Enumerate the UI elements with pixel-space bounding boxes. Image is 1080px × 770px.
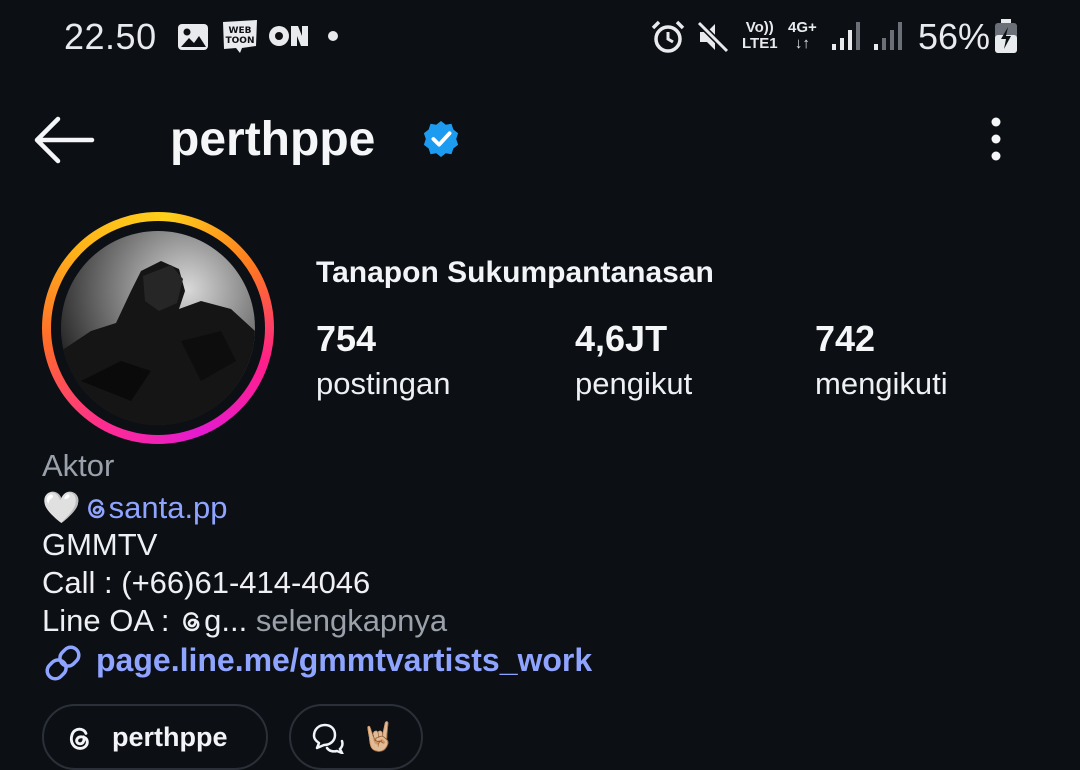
signal-icon-2 (874, 22, 902, 50)
stat-posts-count: 754 (316, 318, 377, 359)
more-vertical-icon (991, 117, 1001, 161)
webtoon-icon: WEB TOON (223, 20, 257, 53)
stat-posts-label: postingan (316, 366, 451, 401)
profile-full-name: Tanapon Sukumpantanasan (316, 256, 714, 289)
battery-percent: 56% (918, 16, 991, 57)
threads-icon (69, 727, 89, 750)
data-arrows-label: ↓↑ (794, 35, 810, 52)
threads-profile-chip[interactable]: perthppe (42, 704, 268, 770)
lte-label: LTE1 (742, 35, 778, 52)
status-time: 22.50 (64, 16, 157, 57)
threads-icon (87, 499, 105, 519)
svg-text:WEB: WEB (229, 26, 252, 36)
rock-hand-emoji: 🤘🏼 (361, 721, 396, 752)
status-bar: 22.50 WEB TOON Vo)) LTE1 4G+ ↓↑ 56% (0, 0, 1080, 78)
threads-icon (183, 612, 200, 632)
stat-followers[interactable]: 4,6JT pengikut (575, 318, 692, 402)
stat-following[interactable]: 742 mengikuti (815, 318, 948, 402)
notification-dot-icon (328, 31, 338, 41)
profile-username: perthppe (170, 113, 376, 166)
stat-followers-count: 4,6JT (575, 318, 668, 359)
alarm-icon (651, 20, 685, 53)
link-icon (45, 645, 81, 681)
network-indicator: 4G+ ↓↑ (788, 20, 817, 52)
avatar-photo (61, 231, 255, 425)
messenger-chip[interactable]: 🤘🏼 (289, 704, 423, 770)
lineoa-label: Line OA : (42, 603, 179, 638)
bio-mention-line: 🤍 santa.pp (42, 489, 228, 526)
stat-following-count: 742 (815, 318, 876, 359)
mute-icon (696, 20, 730, 54)
bio-line-call: Call : (+66)61-414-4046 (42, 565, 371, 600)
signal-icon-1 (832, 22, 860, 50)
white-heart-emoji: 🤍 (42, 490, 81, 525)
back-button[interactable] (30, 112, 96, 168)
battery-charging-icon (995, 19, 1017, 53)
volte-label: Vo)) (745, 19, 774, 36)
bio-line-gmmtv: GMMTV (42, 527, 158, 562)
threads-chip-label: perthppe (112, 722, 228, 752)
back-arrow-icon (34, 116, 95, 164)
chat-bubbles-icon (312, 723, 344, 754)
story-ring-avatar[interactable] (42, 212, 274, 444)
see-more-link[interactable]: selengkapnya (256, 603, 447, 638)
stat-posts[interactable]: 754 postingan (316, 318, 450, 402)
volte-indicator: Vo)) LTE1 (742, 20, 778, 52)
network-type-label: 4G+ (788, 19, 817, 36)
stat-followers-label: pengikut (575, 366, 693, 401)
lineoa-truncated: g... (204, 603, 256, 638)
svg-text:TOON: TOON (226, 36, 255, 46)
verified-badge-icon (423, 120, 459, 158)
bio-line-lineoa: Line OA : g... selengkapnya (42, 603, 447, 639)
stat-following-label: mengikuti (815, 366, 948, 401)
more-options-button[interactable] (976, 114, 1016, 164)
avatar (61, 231, 255, 425)
profile-category: Aktor (42, 448, 115, 483)
threads-mention-link[interactable]: santa.pp (81, 490, 228, 525)
external-link-url: page.line.me/gmmtvartists_work (96, 642, 593, 678)
on-app-icon (269, 26, 308, 46)
gallery-icon (178, 24, 208, 50)
mention-username: santa.pp (108, 490, 228, 525)
